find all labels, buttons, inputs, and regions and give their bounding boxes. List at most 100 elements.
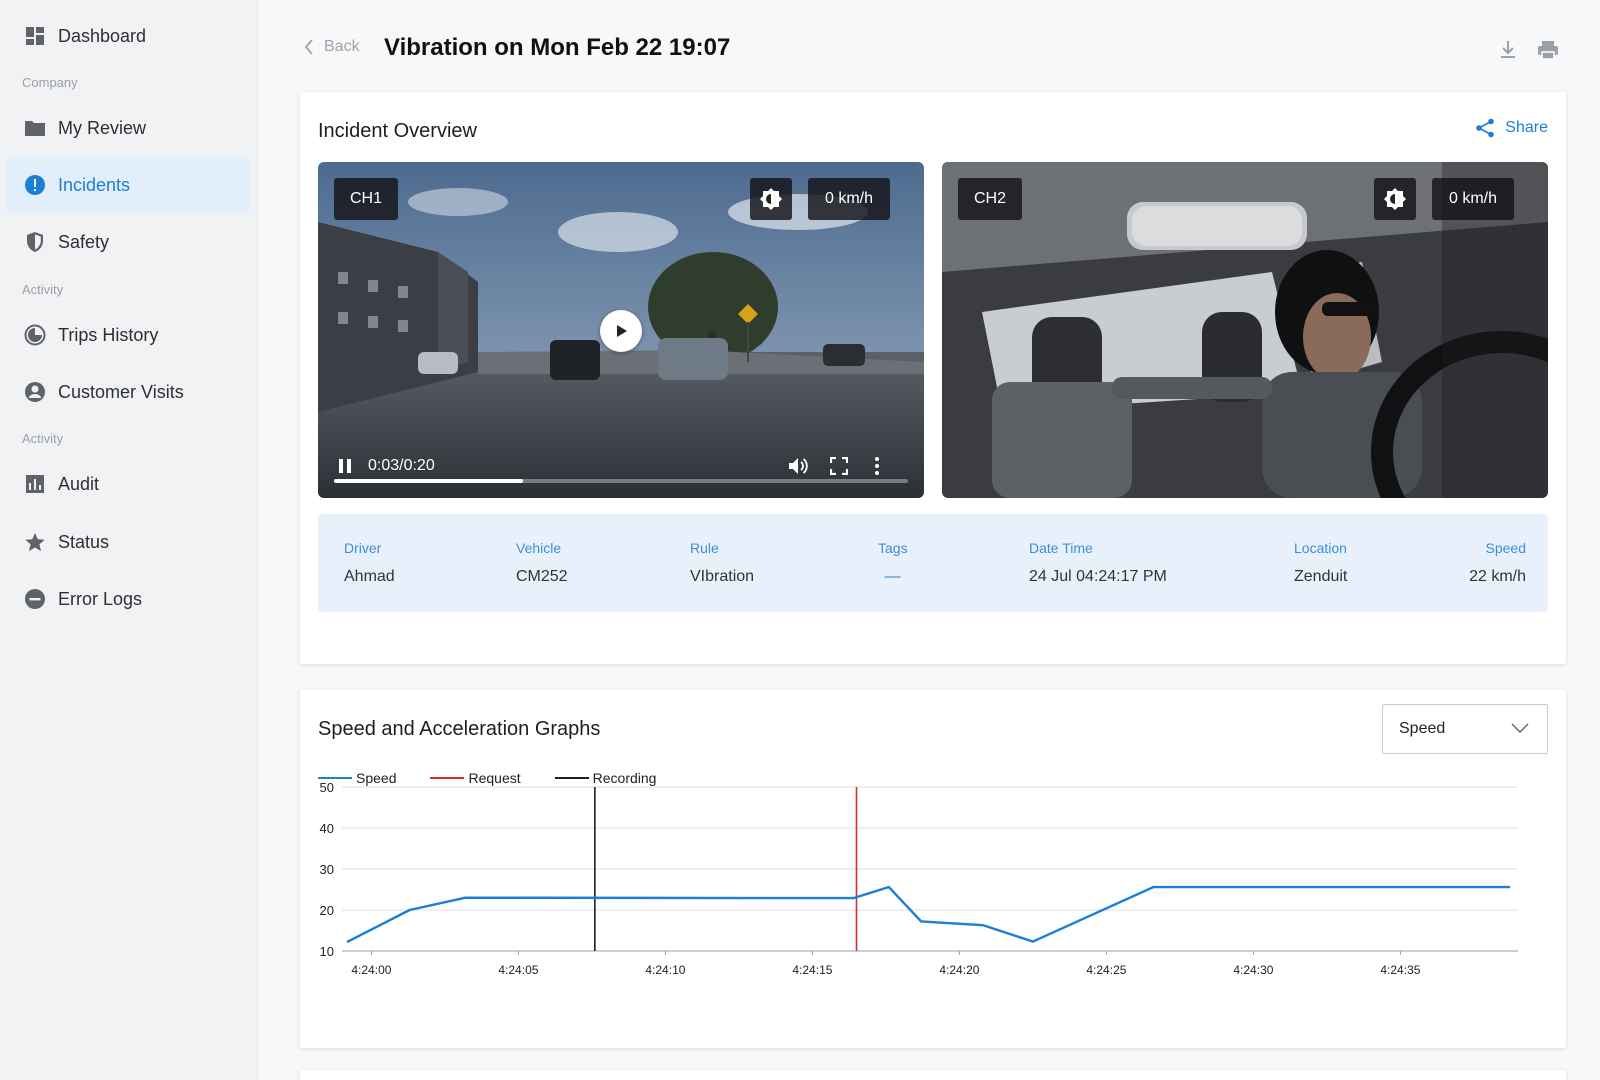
back-label: Back [324, 38, 360, 55]
speed-graph-card: Speed and Acceleration Graphs Speed Spee… [300, 690, 1566, 1048]
back-button[interactable]: Back [304, 38, 360, 56]
share-label: Share [1505, 119, 1548, 136]
page-title: Vibration on Mon Feb 22 19:07 [384, 34, 731, 61]
detail-rule: Rule VIbration [690, 540, 754, 586]
sidebar: Dashboard Company My Review Incidents Sa… [0, 0, 258, 1080]
share-icon [1476, 118, 1495, 138]
brightness-icon [760, 188, 782, 210]
speed-badge: 0 km/h [1432, 178, 1515, 220]
sidebar-item-label: Trips History [58, 324, 159, 345]
incident-overview-title: Incident Overview [318, 120, 477, 142]
chevron-left-icon [304, 39, 313, 55]
detail-location: Location Zenduit [1294, 540, 1347, 586]
detail-value: — [884, 568, 901, 585]
print-icon[interactable] [1536, 38, 1560, 62]
speed-badge: 0 km/h [808, 178, 891, 220]
x-tick-label: 4:24:15 [792, 963, 832, 977]
share-button[interactable]: Share [1475, 118, 1548, 138]
sidebar-item-label: My Review [58, 117, 147, 138]
incident-details: Driver Ahmad Vehicle CM252 Rule VIbratio… [318, 514, 1548, 612]
dashboard-icon [24, 25, 46, 47]
detail-value: Ahmad [344, 568, 395, 585]
volume-button[interactable] [788, 456, 810, 476]
brightness-button[interactable] [750, 178, 792, 220]
bar-chart-icon [24, 473, 46, 495]
channel-badge: CH1 [334, 178, 399, 220]
channel-badge: CH2 [958, 178, 1023, 220]
sidebar-item-label: Dashboard [58, 25, 147, 46]
pause-icon [339, 459, 351, 473]
data-point [981, 923, 985, 927]
data-point [852, 896, 855, 900]
y-tick-label: 30 [320, 862, 334, 877]
detail-label: Location [1294, 540, 1347, 556]
y-tick-label: 50 [320, 780, 334, 795]
detail-speed: Speed 22 km/h [1469, 540, 1526, 586]
data-point [346, 940, 350, 943]
sidebar-item-label: Error Logs [58, 588, 143, 609]
x-tick-label: 4:24:25 [1086, 963, 1126, 977]
brightness-button[interactable] [1374, 178, 1416, 220]
detail-driver: Driver Ahmad [344, 540, 395, 586]
sidebar-item-label: Incidents [58, 174, 131, 195]
y-tick-label: 10 [320, 944, 334, 959]
next-card [300, 1070, 1566, 1080]
data-point [408, 908, 411, 912]
data-point [1507, 885, 1511, 889]
fullscreen-icon [830, 457, 848, 475]
data-point [464, 896, 467, 899]
video-time: 0:03/0:20 [368, 457, 435, 474]
sidebar-item-error-logs[interactable]: Error Logs [6, 571, 250, 627]
alert-icon [24, 174, 46, 196]
download-icon[interactable] [1496, 38, 1520, 62]
video-progress-bar[interactable] [334, 479, 908, 483]
sidebar-item-trips-history[interactable]: Trips History [6, 307, 250, 363]
sidebar-item-label: Customer Visits [58, 381, 184, 402]
more-vertical-icon [875, 457, 879, 475]
brightness-icon [1384, 188, 1406, 210]
detail-value: VIbration [690, 568, 755, 585]
detail-label: Rule [690, 540, 719, 556]
x-tick-label: 4:24:05 [498, 963, 538, 977]
x-tick-label: 4:24:00 [351, 963, 391, 977]
data-point [887, 885, 891, 889]
detail-label: Vehicle [516, 540, 562, 556]
sidebar-item-incidents[interactable]: Incidents [6, 157, 250, 213]
detail-vehicle: Vehicle CM252 [516, 540, 568, 586]
sidebar-item-audit[interactable]: Audit [6, 456, 250, 512]
detail-date-time: Date Time 24 Jul 04:24:17 PM [1029, 540, 1167, 586]
detail-label: Driver [344, 540, 382, 556]
detail-value: CM252 [516, 568, 568, 585]
incident-overview-card: Incident Overview Share CH1 0 km/h 0:03/… [300, 92, 1566, 664]
folder-icon [24, 117, 46, 139]
video-controls: 0:03/0:20 [318, 428, 924, 498]
detail-value: 24 Jul 04:24:17 PM [1029, 568, 1167, 585]
detail-value: Zenduit [1294, 568, 1348, 585]
pause-button[interactable] [338, 458, 352, 474]
detail-label: Speed [1485, 540, 1526, 556]
sidebar-item-customer-visits[interactable]: Customer Visits [6, 364, 250, 420]
data-point [1031, 940, 1035, 943]
video-ch1[interactable]: CH1 0 km/h 0:03/0:20 [318, 162, 924, 498]
x-tick-label: 4:24:35 [1380, 963, 1420, 977]
shield-icon [24, 231, 46, 253]
sidebar-item-safety[interactable]: Safety [6, 214, 250, 270]
sidebar-item-dashboard[interactable]: Dashboard [6, 8, 250, 64]
data-point [1152, 885, 1155, 889]
play-button[interactable] [600, 310, 642, 352]
more-options-button[interactable] [874, 456, 880, 476]
x-tick-label: 4:24:20 [939, 963, 979, 977]
y-tick-label: 40 [320, 821, 334, 836]
data-point [919, 920, 923, 923]
series-line-speed [347, 885, 1510, 943]
sidebar-item-my-review[interactable]: My Review [6, 100, 250, 156]
fullscreen-button[interactable] [830, 457, 848, 475]
x-tick-label: 4:24:30 [1233, 963, 1273, 977]
sidebar-item-status[interactable]: Status [6, 514, 250, 570]
star-icon [24, 531, 46, 553]
minus-circle-icon [24, 588, 46, 610]
video-ch2[interactable]: CH2 0 km/h [942, 162, 1548, 498]
person-icon [24, 381, 46, 403]
detail-tags: Tags — [878, 540, 908, 586]
sidebar-section-label: Activity [22, 431, 64, 446]
